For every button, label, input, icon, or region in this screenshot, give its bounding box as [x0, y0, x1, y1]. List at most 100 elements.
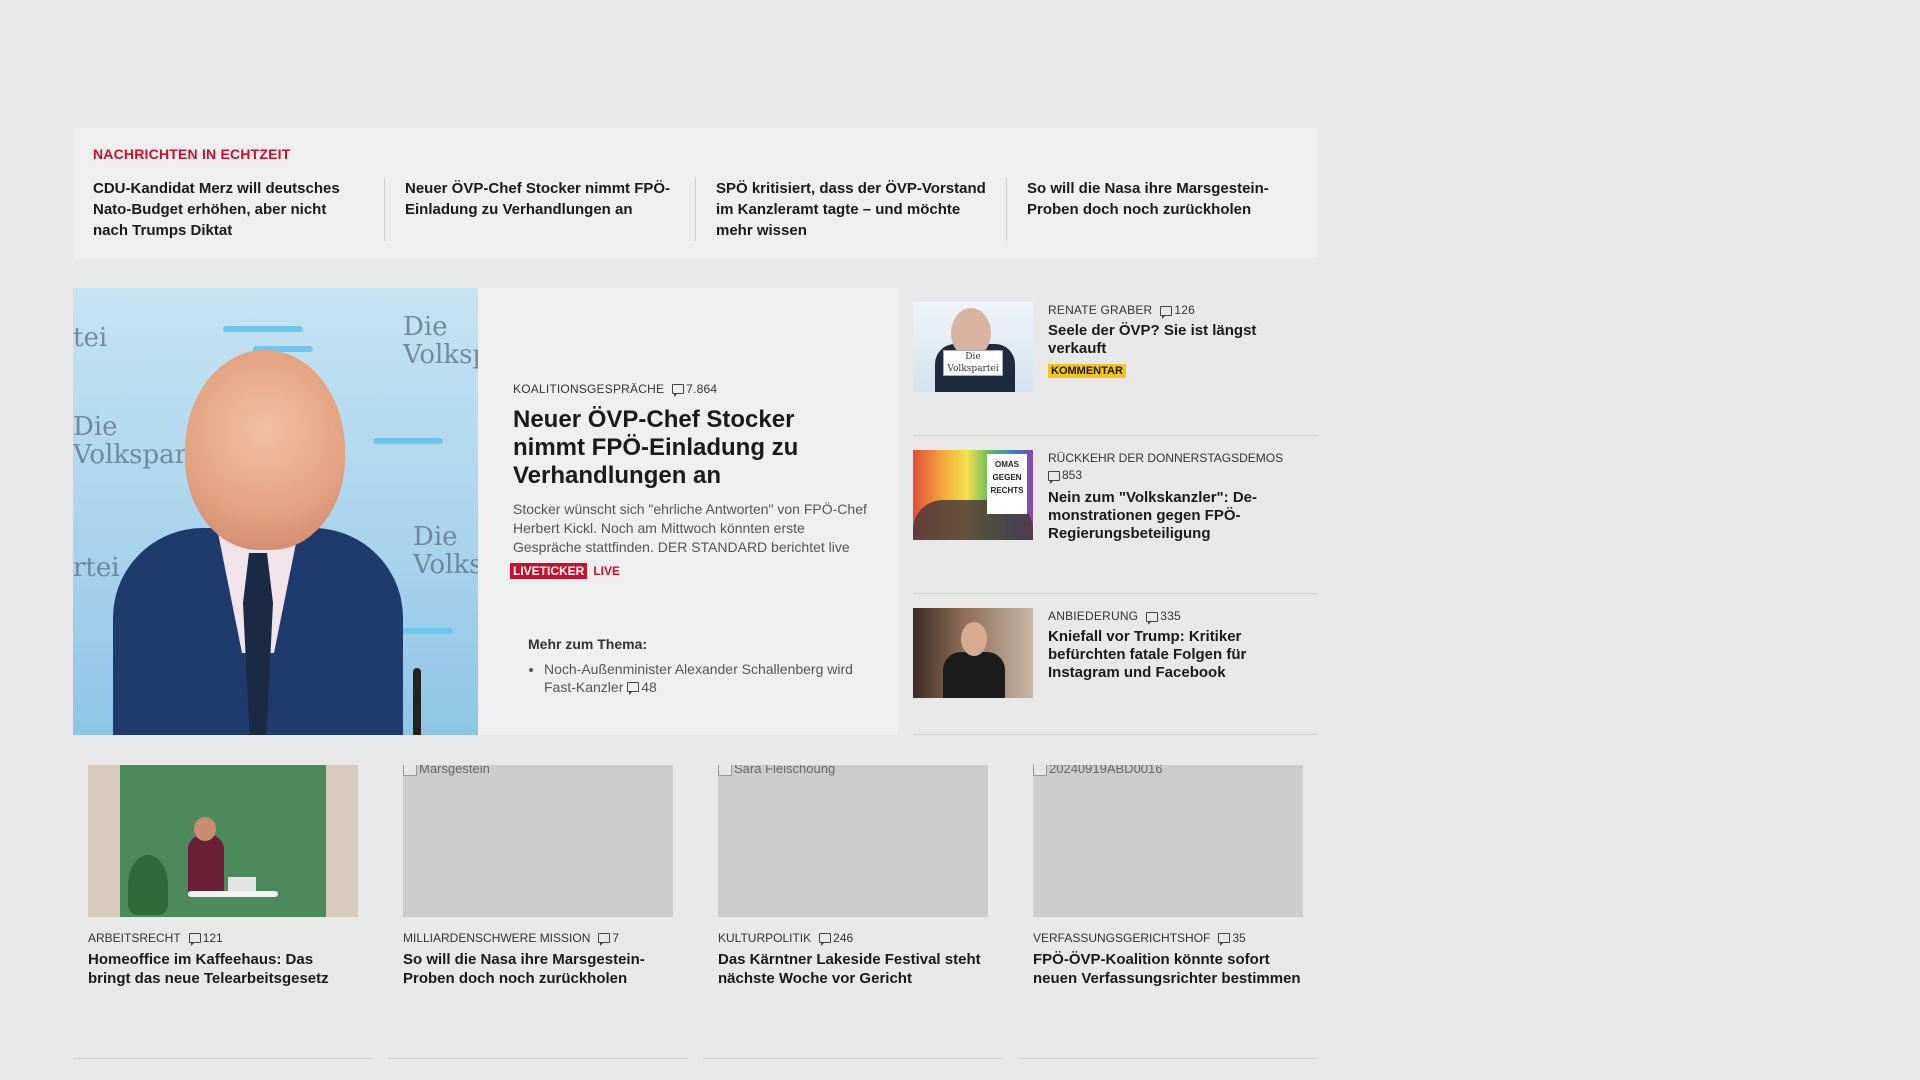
comment-count[interactable]: 246: [819, 931, 854, 946]
lead-image[interactable]: tei Die Volksp Die Volkspar rtei Die Vol…: [73, 288, 478, 735]
wall-text: Die Volkspar: [73, 412, 188, 470]
divider: [388, 1058, 688, 1059]
side-text: RÜCKKEHR DER DONNERSTAGSDEMOS 853 Nein z…: [1048, 450, 1318, 543]
side-kicker: RÜCKKEHR DER DONNERSTAGSDEMOS 853: [1048, 450, 1318, 486]
comment-icon: [1146, 611, 1159, 625]
side-article[interactable]: ANBIEDERUNG 335 Kniefall vor Trump: Krit…: [913, 594, 1318, 735]
photo-head: [961, 622, 987, 656]
comment-number: 7: [612, 931, 620, 945]
card-title[interactable]: Das Kärntner Lakeside Festival steht näc…: [718, 950, 988, 988]
comment-number: 853: [1062, 468, 1083, 482]
broken-image-icon: [403, 765, 417, 776]
photo-person: [188, 835, 224, 895]
comment-icon: [1048, 470, 1060, 484]
kicker-label: MILLIARDENSCHWERE MISSION: [403, 931, 591, 945]
wall-stripe: [223, 326, 303, 332]
image-alt-text: Marsgestein: [403, 765, 490, 776]
alt-label: 20240919ABD0016: [1049, 765, 1163, 776]
comment-count[interactable]: 121: [188, 931, 223, 946]
kicker-label: KULTURPOLITIK: [718, 931, 812, 945]
divider: [703, 1058, 1003, 1059]
kicker-label: RENATE GRABER: [1048, 303, 1153, 317]
side-article[interactable]: Die Volkspartei RENATE GRABER 126 Seele …: [913, 288, 1318, 436]
wall-text: tei: [73, 323, 108, 353]
article-card[interactable]: 20240919ABD0016 VERFASSUNGSGERICHTSHOF 3…: [1033, 765, 1303, 988]
comment-number: 35: [1232, 931, 1246, 945]
side-kicker: RENATE GRABER 126: [1048, 302, 1318, 319]
bottom-dividers: [73, 1058, 1318, 1059]
comment-icon: [627, 682, 640, 695]
kicker-label: ANBIEDERUNG: [1048, 609, 1139, 623]
comment-count[interactable]: 7.864: [672, 382, 717, 397]
ticker-item[interactable]: SPÖ kritisiert, dass der ÖVP-Vorstand im…: [695, 178, 1006, 241]
side-thumbnail[interactable]: OMAS GEGEN RECHTS: [913, 450, 1033, 540]
photo-head: [194, 817, 216, 841]
kommentar-badge: KOMMENTAR: [1048, 364, 1126, 378]
comment-number: 48: [641, 679, 657, 695]
comment-number: 335: [1160, 609, 1181, 623]
kicker-label: RÜCKKEHR DER DONNERSTAGSDEMOS: [1048, 451, 1284, 465]
broken-image-icon: [718, 765, 732, 776]
image-alt-text: 20240919ABD0016: [1033, 765, 1163, 776]
ticker-items: CDU-Kandidat Merz will deutsches Nato-Bu…: [93, 178, 1317, 241]
card-title[interactable]: So will die Nasa ihre Marsgestein-Proben…: [403, 950, 673, 988]
comment-count[interactable]: 335: [1146, 608, 1181, 625]
liveticker-badge: LIVETICKER: [510, 563, 588, 579]
live-label: LIVE: [593, 564, 621, 578]
card-title[interactable]: Homeoffice im Kaffeehaus: Das bringt das…: [88, 950, 358, 988]
comment-icon: [819, 933, 832, 946]
article-card[interactable]: ARBEITSRECHT 121 Homeoffice im Kaffeehau…: [88, 765, 358, 988]
lead-article[interactable]: tei Die Volksp Die Volkspar rtei Die Vol…: [73, 288, 898, 735]
comment-number: 246: [833, 931, 854, 945]
photo-head: [185, 350, 345, 550]
side-text: RENATE GRABER 126 Seele der ÖVP? Sie ist…: [1048, 302, 1318, 379]
card-image[interactable]: 20240919ABD0016: [1033, 765, 1303, 917]
related-topics: Mehr zum Thema: Noch-Außenminister Alexa…: [528, 636, 868, 696]
card-image[interactable]: Sara Fleischoung: [718, 765, 988, 917]
article-cards: ARBEITSRECHT 121 Homeoffice im Kaffeehau…: [88, 765, 1303, 988]
card-kicker: VERFASSUNGSGERICHTSHOF 35: [1033, 931, 1303, 946]
photo-table: [188, 891, 278, 897]
ticker-item[interactable]: Neuer ÖVP-Chef Stocker nimmt FPÖ-Einladu…: [384, 178, 695, 241]
wall-stripe: [373, 438, 443, 444]
alt-label: Sara Fleischoung: [734, 765, 836, 776]
comment-icon: [188, 933, 201, 946]
card-kicker: ARBEITSRECHT 121: [88, 931, 358, 946]
comment-count[interactable]: 7: [598, 931, 620, 946]
photo-body: [943, 652, 1005, 698]
card-title[interactable]: FPÖ-ÖVP-Koalition könnte sofort neuen Ve…: [1033, 950, 1303, 988]
comment-icon: [672, 384, 685, 397]
card-kicker: MILLIARDENSCHWERE MISSION 7: [403, 931, 673, 946]
article-card[interactable]: Marsgestein MILLIARDENSCHWERE MISSION 7 …: [403, 765, 673, 988]
lead-description: Stocker wünscht sich "ehrliche Antworten…: [513, 501, 867, 555]
comment-count[interactable]: 35: [1218, 931, 1246, 946]
related-item[interactable]: Noch-Außenminister Alexander Schallenber…: [544, 660, 868, 696]
side-thumbnail[interactable]: Die Volkspartei: [913, 302, 1033, 392]
side-article[interactable]: OMAS GEGEN RECHTS RÜCKKEHR DER DONNERSTA…: [913, 436, 1318, 594]
photo-curtain: [326, 765, 358, 917]
side-thumbnail[interactable]: [913, 608, 1033, 698]
card-image[interactable]: Marsgestein: [403, 765, 673, 917]
comment-count[interactable]: 853: [1048, 467, 1082, 484]
kicker-label: KOALITIONSGESPRÄCHE: [513, 382, 665, 396]
ticker-item[interactable]: So will die Nasa ihre Marsgestein-Proben…: [1006, 178, 1317, 241]
side-title[interactable]: Kniefall vor Trump: Kritiker befürchten …: [1048, 628, 1318, 682]
side-text: ANBIEDERUNG 335 Kniefall vor Trump: Krit…: [1048, 608, 1318, 682]
article-card[interactable]: Sara Fleischoung KULTURPOLITIK 246 Das K…: [718, 765, 988, 988]
ticker-title: NACHRICHTEN IN ECHTZEIT: [93, 146, 291, 162]
comment-icon: [598, 933, 611, 946]
comment-count[interactable]: 48: [627, 678, 657, 696]
photo-plant: [128, 855, 168, 915]
kicker-label: VERFASSUNGSGERICHTSHOF: [1033, 931, 1211, 945]
alt-label: Marsgestein: [419, 765, 490, 776]
photo-curtain: [88, 765, 120, 917]
side-title[interactable]: Seele der ÖVP? Sie ist längst verkauft: [1048, 322, 1318, 358]
ticker-item[interactable]: CDU-Kandidat Merz will deutsches Nato-Bu…: [93, 178, 384, 241]
card-image[interactable]: [88, 765, 358, 917]
lead-title[interactable]: Neuer ÖVP-Chef Stocker nimmt FPÖ-Einladu…: [513, 406, 873, 490]
side-title[interactable]: Nein zum "Volkskanzler": De-monstratione…: [1048, 489, 1318, 543]
side-articles: Die Volkspartei RENATE GRABER 126 Seele …: [913, 288, 1318, 735]
divider: [73, 1058, 373, 1059]
side-kicker: ANBIEDERUNG 335: [1048, 608, 1318, 625]
comment-count[interactable]: 126: [1160, 302, 1195, 319]
